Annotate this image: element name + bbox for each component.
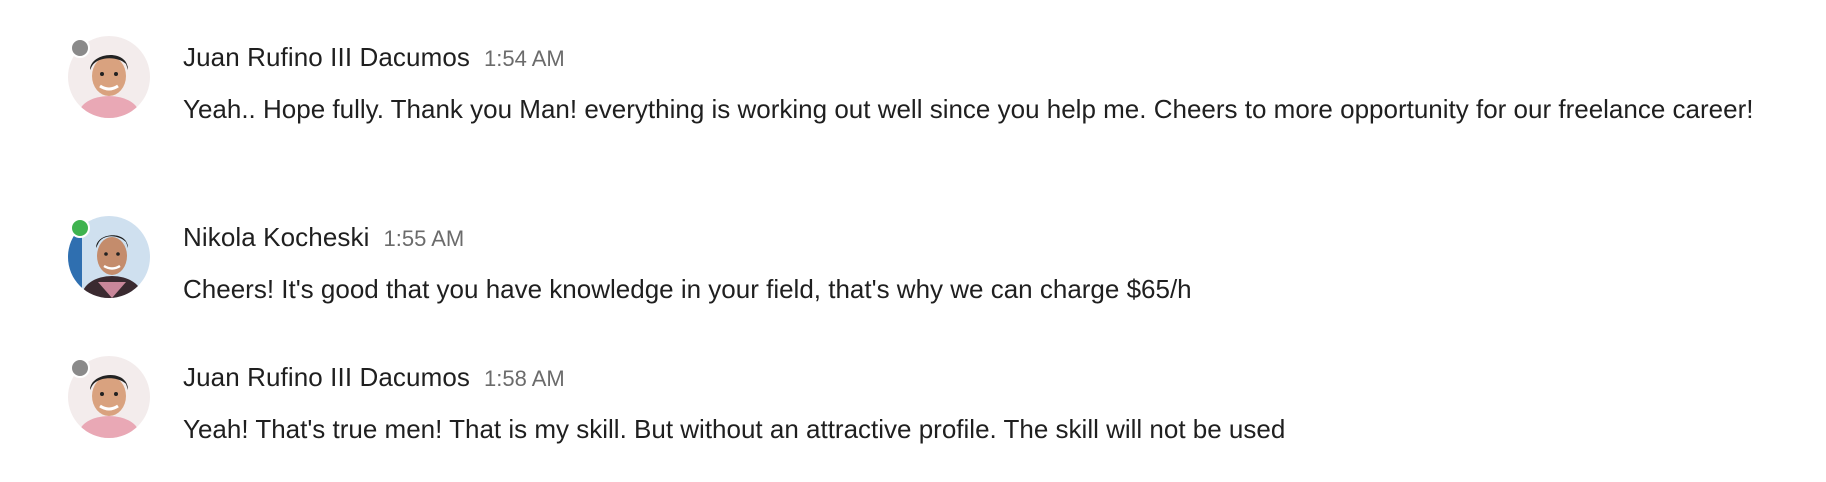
presence-status-dot	[70, 38, 90, 58]
avatar[interactable]	[68, 356, 150, 438]
sender-name[interactable]: Juan Rufino III Dacumos	[183, 362, 470, 393]
message-thread: Juan Rufino III Dacumos 1:54 AM Yeah.. H…	[0, 0, 1826, 482]
presence-status-dot	[70, 218, 90, 238]
sender-name[interactable]: Nikola Kocheski	[183, 222, 369, 253]
message-text: Cheers! It's good that you have knowledg…	[183, 274, 1192, 304]
sender-name[interactable]: Juan Rufino III Dacumos	[183, 42, 470, 73]
message-text: Yeah! That's true men! That is my skill.…	[183, 414, 1286, 444]
presence-status-dot	[70, 358, 90, 378]
avatar[interactable]	[68, 216, 150, 298]
message-timestamp: 1:54 AM	[484, 46, 565, 71]
message-timestamp: 1:55 AM	[383, 226, 465, 251]
avatar[interactable]	[68, 36, 150, 118]
message-text: Yeah.. Hope fully. Thank you Man! everyt…	[183, 94, 1754, 124]
message-timestamp: 1:58 AM	[484, 366, 565, 391]
